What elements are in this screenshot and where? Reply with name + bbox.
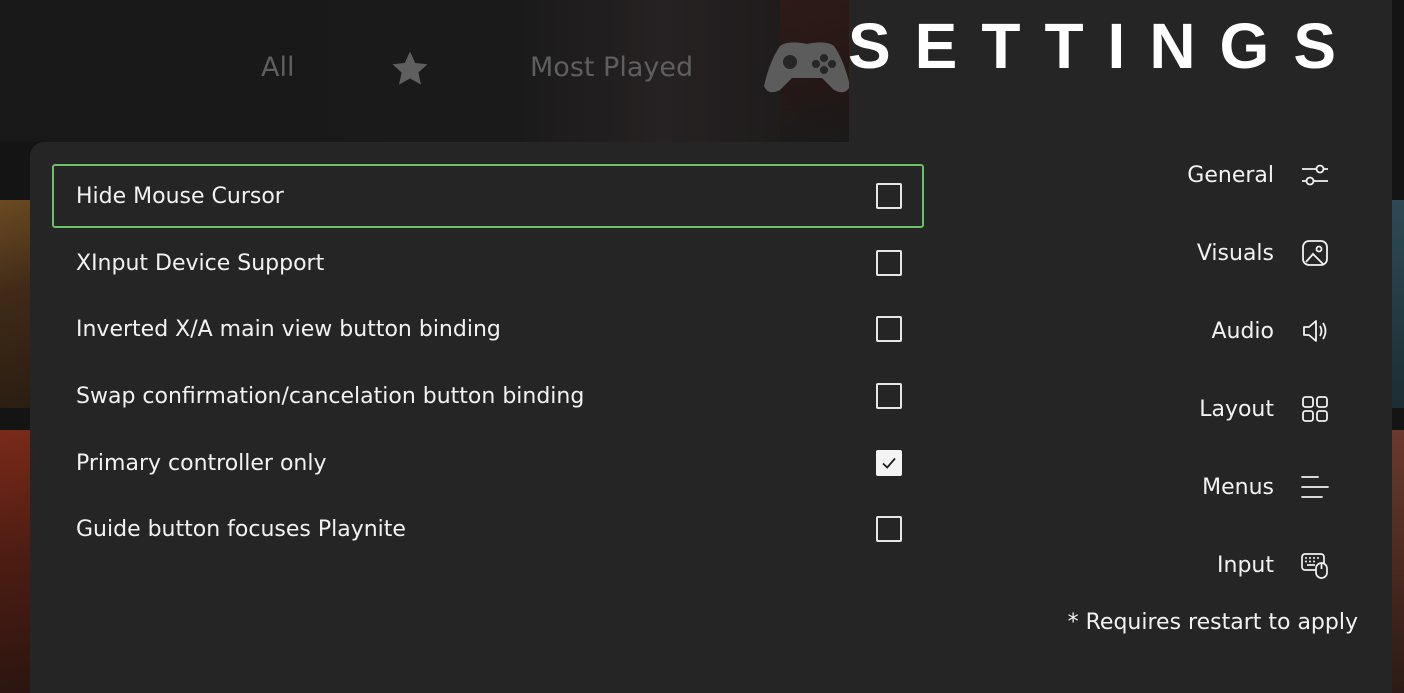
- restart-footnote: * Requires restart to apply: [1067, 610, 1358, 635]
- option-xinput-device-support[interactable]: XInput Device Support: [52, 231, 924, 295]
- lines-icon: [1300, 472, 1330, 502]
- menu-item-audio[interactable]: Audio: [1030, 292, 1330, 370]
- menu-item-label: Menus: [1202, 474, 1274, 500]
- option-label: Swap confirmation/cancelation button bin…: [76, 383, 585, 409]
- menu-item-label: Audio: [1211, 318, 1274, 344]
- option-swap-confirmation-binding[interactable]: Swap confirmation/cancelation button bin…: [52, 364, 924, 428]
- option-label: XInput Device Support: [76, 250, 325, 276]
- option-label: Inverted X/A main view button binding: [76, 316, 501, 342]
- menu-item-label: General: [1187, 162, 1274, 188]
- sliders-icon: [1300, 160, 1330, 190]
- menu-item-general[interactable]: General: [1030, 136, 1330, 214]
- gamepad-icon[interactable]: [762, 28, 852, 98]
- menu-item-label: Input: [1217, 552, 1274, 578]
- checkbox[interactable]: [876, 383, 902, 409]
- input-settings-panel: Hide Mouse Cursor XInput Device Support …: [30, 142, 930, 693]
- keyboard-mouse-icon: [1300, 550, 1330, 580]
- checkbox-checked[interactable]: [876, 450, 902, 476]
- checkbox[interactable]: [876, 250, 902, 276]
- option-guide-button-focus[interactable]: Guide button focuses Playnite: [52, 497, 924, 561]
- speaker-icon: [1300, 316, 1330, 346]
- checkbox[interactable]: [876, 516, 902, 542]
- grid-icon: [1300, 394, 1330, 424]
- settings-side-panel: SETTINGS General Visuals Audio Layout Me…: [847, 0, 1392, 693]
- filter-most-played-tab[interactable]: Most Played: [530, 50, 693, 86]
- game-cover-art[interactable]: [0, 430, 32, 693]
- star-icon[interactable]: [388, 47, 432, 91]
- option-hide-mouse-cursor[interactable]: Hide Mouse Cursor: [52, 164, 924, 228]
- menu-item-menus[interactable]: Menus: [1030, 448, 1330, 526]
- menu-item-input[interactable]: Input: [1030, 526, 1330, 604]
- game-cover-art[interactable]: [1392, 200, 1404, 408]
- checkmark-icon: [882, 457, 896, 469]
- option-inverted-xa-binding[interactable]: Inverted X/A main view button binding: [52, 297, 924, 361]
- checkbox[interactable]: [876, 316, 902, 342]
- settings-menu: General Visuals Audio Layout Menus Input: [1030, 136, 1330, 604]
- option-primary-controller-only[interactable]: Primary controller only: [52, 431, 924, 495]
- game-cover-art[interactable]: [1392, 430, 1404, 693]
- game-cover-art[interactable]: [0, 200, 32, 408]
- menu-item-label: Visuals: [1196, 240, 1274, 266]
- option-label: Primary controller only: [76, 450, 327, 476]
- menu-item-visuals[interactable]: Visuals: [1030, 214, 1330, 292]
- filter-all-tab[interactable]: All: [261, 50, 294, 86]
- settings-title: SETTINGS: [847, 10, 1360, 82]
- image-icon: [1300, 238, 1330, 268]
- checkbox[interactable]: [876, 183, 902, 209]
- menu-item-label: Layout: [1199, 396, 1274, 422]
- option-label: Guide button focuses Playnite: [76, 516, 406, 542]
- option-label: Hide Mouse Cursor: [76, 183, 284, 209]
- menu-item-layout[interactable]: Layout: [1030, 370, 1330, 448]
